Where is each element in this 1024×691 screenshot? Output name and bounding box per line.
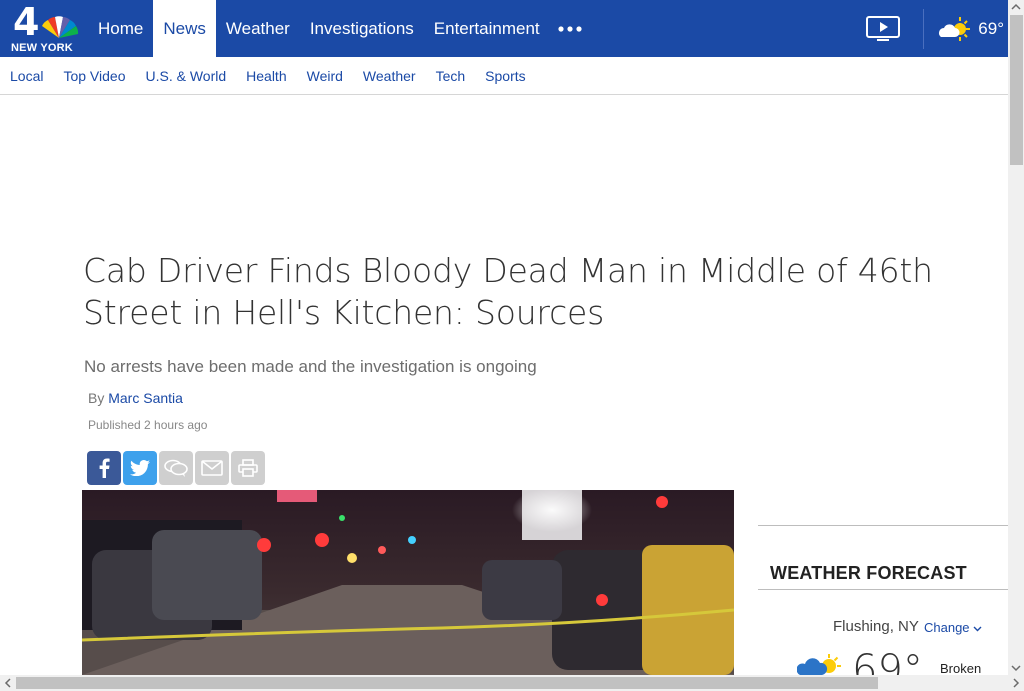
email-share-button[interactable]	[195, 451, 229, 485]
nav-right: 69°	[843, 0, 1008, 57]
author-link[interactable]: Marc Santia	[108, 390, 183, 406]
print-button[interactable]	[231, 451, 265, 485]
subnav-health[interactable]: Health	[246, 68, 286, 84]
nav-entertainment[interactable]: Entertainment	[424, 0, 550, 57]
chevron-down-icon	[973, 626, 982, 632]
forecast-top-rule	[758, 525, 1008, 526]
vertical-scroll-thumb[interactable]	[1010, 15, 1023, 165]
forecast-location: Flushing, NY	[833, 618, 919, 635]
partly-cloudy-icon	[939, 16, 971, 41]
subnav-weird[interactable]: Weird	[307, 68, 343, 84]
scroll-down-arrow-icon[interactable]	[1008, 661, 1024, 675]
facebook-share-button[interactable]	[87, 451, 121, 485]
nav-temperature: 69°	[978, 18, 1004, 38]
forecast-title: WEATHER FORECAST	[770, 563, 967, 583]
more-dots-icon[interactable]	[550, 0, 590, 57]
tv-play-icon	[866, 15, 901, 41]
nav-weather-widget[interactable]: 69°	[924, 0, 1008, 57]
nbc-logo[interactable]: 4 NEW YORK	[0, 0, 88, 57]
published-time: Published 2 hours ago	[88, 418, 208, 432]
logo-subtext: NEW YORK	[11, 42, 73, 54]
watch-live-button[interactable]	[843, 0, 923, 57]
page: 4 NEW YORK Home News Weather Investigati…	[0, 0, 1024, 691]
twitter-icon	[130, 460, 150, 476]
article-headline: Cab Driver Finds Bloody Dead Man in Midd…	[83, 251, 933, 332]
forecast-title-rule	[758, 589, 1008, 590]
horizontal-scroll-thumb[interactable]	[16, 677, 878, 689]
scroll-up-arrow-icon[interactable]	[1008, 0, 1024, 14]
hero-photo	[82, 490, 734, 675]
nav-home[interactable]: Home	[88, 0, 153, 57]
top-nav: 4 NEW YORK Home News Weather Investigati…	[0, 0, 1008, 57]
forecast-condition: Broken	[940, 661, 982, 676]
logo-number: 4	[13, 0, 40, 44]
subnav-top-video[interactable]: Top Video	[63, 68, 125, 84]
share-bar	[87, 451, 265, 485]
nav-news[interactable]: News	[153, 0, 216, 57]
twitter-share-button[interactable]	[123, 451, 157, 485]
facebook-icon	[99, 458, 110, 478]
article-hero-image[interactable]	[82, 490, 734, 675]
byline: By Marc Santia	[88, 390, 183, 406]
comment-icon	[164, 459, 188, 477]
peacock-icon	[42, 16, 79, 38]
subnav-sports[interactable]: Sports	[485, 68, 525, 84]
scroll-left-arrow-icon[interactable]	[0, 675, 16, 691]
change-location-link[interactable]: Change	[924, 620, 982, 635]
subnav-local[interactable]: Local	[10, 68, 43, 84]
change-label: Change	[924, 620, 970, 635]
forecast-partly-cloudy-icon	[797, 654, 841, 675]
subnav-weather[interactable]: Weather	[363, 68, 416, 84]
sub-nav: Local Top Video U.S. & World Health Weir…	[0, 57, 1008, 95]
subnav-us-world[interactable]: U.S. & World	[145, 68, 226, 84]
email-icon	[201, 460, 223, 476]
nav-investigations[interactable]: Investigations	[300, 0, 424, 57]
article-subhead: No arrests have been made and the invest…	[84, 357, 537, 376]
subnav-tech[interactable]: Tech	[436, 68, 466, 84]
comment-share-button[interactable]	[159, 451, 193, 485]
byline-prefix: By	[88, 390, 105, 406]
nav-weather[interactable]: Weather	[216, 0, 300, 57]
print-icon	[238, 459, 258, 477]
scroll-right-arrow-icon[interactable]	[1008, 675, 1024, 691]
